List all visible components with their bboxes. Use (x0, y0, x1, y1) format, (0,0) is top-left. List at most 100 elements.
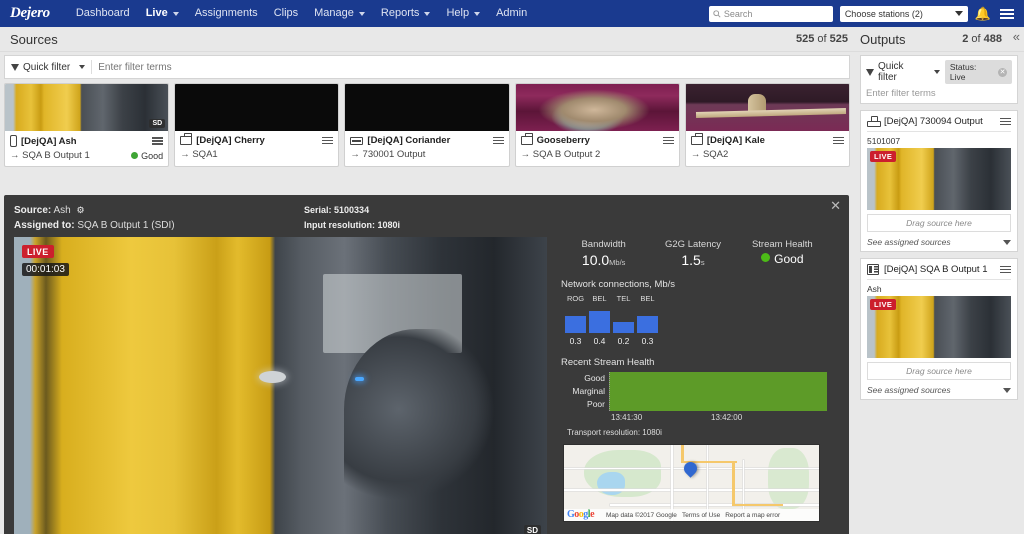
location-map[interactable]: Map data ©2017 Google Terms of Use Repor… (563, 444, 820, 522)
live-badge: LIVE (870, 151, 897, 162)
thumbnail-image (515, 84, 679, 131)
thumbnail-image (175, 84, 339, 131)
nav-item-admin[interactable]: Admin (488, 0, 535, 27)
detail-header-left: Source: Ash ⚙ Assigned to: SQA B Output … (14, 203, 175, 233)
nav-label: Help (446, 7, 470, 19)
outputs-filter-bar: Quick filter Status: Live ✕ Enter filter… (860, 55, 1018, 104)
detail-header-meta: Serial: 5100334 Input resolution: 1080i (304, 203, 400, 233)
sources-filter-input[interactable] (98, 61, 843, 73)
stat-g2g-latency: G2G Latency 1.5s (648, 239, 737, 268)
nav-label: Assignments (194, 7, 258, 19)
stat-row: Bandwidth 10.0Mb/s G2G Latency 1.5s Stre… (559, 239, 827, 268)
detail-header: Source: Ash ⚙ Assigned to: SQA B Output … (4, 195, 849, 237)
hamburger-icon[interactable] (998, 7, 1016, 21)
output-card-730094[interactable]: [DejQA] 730094 Output 5101007 LIVE Drag … (860, 110, 1018, 252)
nav-item-manage[interactable]: Manage (306, 0, 373, 27)
see-assigned-label: See assigned sources (867, 385, 951, 395)
output-menu-icon[interactable] (1000, 117, 1011, 126)
nav-item-assignments[interactable]: Assignments (187, 0, 266, 27)
outputs-count-sep: of (968, 33, 984, 45)
source-card-kale[interactable]: [DejQA] Kale → SQA2 (684, 83, 851, 167)
serial-value: 5100334 (334, 205, 370, 215)
outputs-quick-filter-button[interactable]: Quick filter (866, 61, 940, 83)
map-report-link[interactable]: Report a map error (725, 512, 780, 519)
case-icon (520, 133, 533, 145)
drag-source-dropzone[interactable]: Drag source here (867, 362, 1011, 380)
collapse-chevrons-icon[interactable]: « (1013, 30, 1020, 43)
bar-value-label: 0.2 (617, 336, 630, 346)
output-thumbnail[interactable]: LIVE (867, 148, 1011, 210)
outputs-filter-row: Quick filter Status: Live ✕ (866, 60, 1012, 84)
map-highway (732, 460, 735, 506)
sources-pane: Quick filter SD [DejQA] Ash (0, 52, 854, 534)
quick-filter-label: Quick filter (23, 61, 71, 73)
source-thumbnail[interactable] (685, 84, 850, 131)
nav-label: Clips (273, 7, 299, 19)
source-card-gooseberry[interactable]: Gooseberry → SQA B Output 2 (514, 83, 680, 167)
health-chart-x-axis: 13:41:30 13:42:00 (611, 413, 827, 422)
nav-item-dashboard[interactable]: Dashboard (68, 0, 138, 27)
status-filter-chip[interactable]: Status: Live ✕ (944, 60, 1012, 84)
source-card-body: Gooseberry → SQA B Output 2 (516, 131, 679, 165)
app-logo[interactable]: Dejero (10, 5, 50, 22)
see-assigned-sources-toggle[interactable]: See assigned sources (867, 237, 1011, 247)
clear-chip-icon[interactable]: ✕ (998, 67, 1007, 77)
bell-icon[interactable]: 🔔 (975, 7, 991, 20)
gear-icon[interactable]: ⚙ (76, 205, 84, 215)
output-title: [DejQA] 730094 Output (884, 116, 983, 127)
source-menu-icon[interactable] (322, 136, 334, 145)
chart-bar (565, 316, 586, 333)
source-menu-icon[interactable] (492, 136, 504, 145)
output-menu-icon[interactable] (1000, 265, 1011, 274)
station-selector-dropdown[interactable]: Choose stations (2) (839, 5, 968, 22)
stat-stream-health: Stream Health Good (738, 239, 827, 268)
source-thumbnail[interactable]: SD (5, 84, 169, 131)
source-card-cherry[interactable]: [DejQA] Cherry → SQA1 (174, 83, 340, 167)
output-card-sqa-b-output-1[interactable]: [DejQA] SQA B Output 1 Ash LIVE Drag sou… (860, 258, 1018, 400)
source-label: Source: (14, 205, 52, 216)
sources-quick-filter-button[interactable]: Quick filter (11, 61, 86, 73)
map-attribution-bar: Map data ©2017 Google Terms of Use Repor… (564, 509, 819, 521)
source-menu-icon[interactable] (833, 136, 845, 145)
nav-item-clips[interactable]: Clips (266, 0, 306, 27)
source-menu-icon[interactable] (152, 137, 164, 145)
source-detail-panel: Source: Ash ⚙ Assigned to: SQA B Output … (4, 195, 849, 534)
assigned-label: Assigned to: (14, 220, 75, 231)
source-menu-icon[interactable] (662, 136, 674, 145)
quick-filter-label: Quick filter (878, 61, 904, 83)
source-card-body: [DejQA] Coriander → 730001 Output (345, 131, 508, 165)
output-source-name: Ash (867, 284, 882, 294)
card-icon (350, 136, 364, 145)
input-resolution-row: Input resolution: 1080i (304, 218, 400, 233)
close-icon[interactable]: ✕ (830, 199, 841, 212)
output-thumbnail[interactable]: LIVE (867, 296, 1011, 358)
search-input[interactable]: Search (708, 5, 833, 22)
chevron-down-icon (933, 70, 940, 74)
nav-item-reports[interactable]: Reports (373, 0, 439, 27)
source-thumbnail[interactable] (345, 84, 509, 131)
recent-stream-health-chart: Good Marginal Poor (561, 372, 827, 411)
assigned-value: SQA B Output 1 (SDI) (77, 220, 175, 231)
stat-unit: Mb/s (609, 258, 626, 267)
source-thumbnail[interactable] (175, 84, 339, 131)
source-card-title-row: [DejQA] Cherry (180, 133, 334, 146)
stat-label: Bandwidth (581, 239, 626, 250)
outputs-filter-input[interactable]: Enter filter terms (866, 88, 1012, 99)
status-text: Good (141, 150, 164, 161)
source-thumbnail[interactable] (515, 84, 679, 131)
output-card-header: [DejQA] 730094 Output (867, 116, 1011, 132)
source-card-title-row: Gooseberry (520, 133, 674, 146)
map-terms-link[interactable]: Terms of Use (682, 512, 720, 519)
nav-label: Live (145, 7, 168, 19)
source-output-label: → SQA2 (690, 149, 729, 160)
source-card-ash[interactable]: SD [DejQA] Ash → SQA B Output 1 Good (4, 83, 170, 167)
source-card-coriander[interactable]: [DejQA] Coriander → 730001 Output (344, 83, 510, 167)
nav-item-help[interactable]: Help (438, 0, 488, 27)
see-assigned-sources-toggle[interactable]: See assigned sources (867, 385, 1011, 395)
thumbnail-image (5, 84, 169, 131)
map-water (597, 472, 626, 496)
drag-source-dropzone[interactable]: Drag source here (867, 214, 1011, 232)
video-player[interactable]: LIVE 00:01:03 SD (14, 237, 547, 534)
thumbnail-image (345, 84, 509, 131)
nav-item-live[interactable]: Live (138, 0, 187, 27)
